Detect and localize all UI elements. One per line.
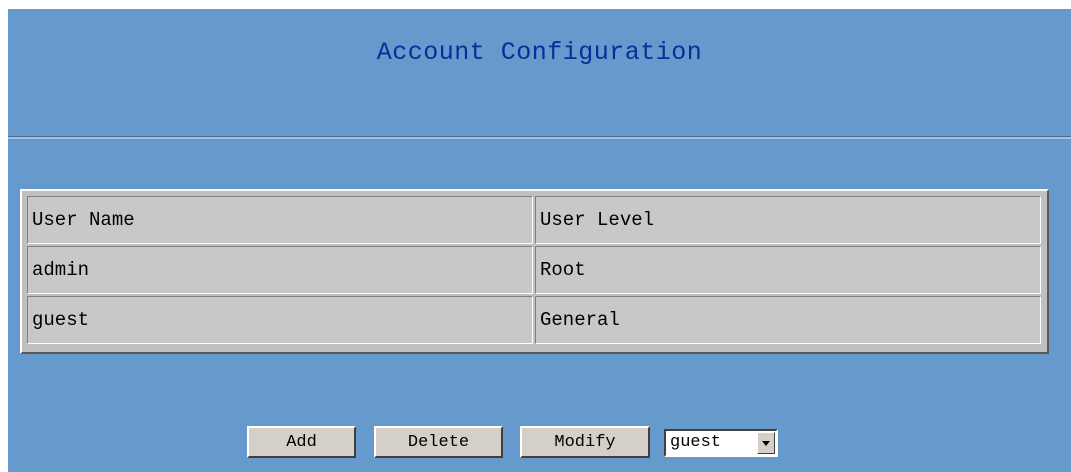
cell-user-level: General — [535, 296, 1041, 344]
modify-button[interactable]: Modify — [520, 426, 650, 458]
delete-button[interactable]: Delete — [374, 426, 503, 458]
dropdown-arrow-button[interactable] — [757, 432, 775, 454]
user-select[interactable]: guest — [664, 429, 778, 457]
table-header-row: User Name User Level — [27, 196, 1041, 244]
add-button[interactable]: Add — [247, 426, 356, 458]
chevron-down-icon — [762, 440, 770, 446]
account-config-panel: Account Configuration User Name User Lev… — [8, 9, 1071, 472]
accounts-table: User Name User Level admin Root guest Ge… — [25, 194, 1043, 346]
cell-user-name: guest — [27, 296, 533, 344]
table-row[interactable]: guest General — [27, 296, 1041, 344]
cell-user-level: Root — [535, 246, 1041, 294]
title-divider — [8, 136, 1071, 139]
header-user-name: User Name — [27, 196, 533, 244]
table-row[interactable]: admin Root — [27, 246, 1041, 294]
page-title: Account Configuration — [376, 38, 703, 67]
user-select-value: guest — [670, 433, 722, 452]
cell-user-name: admin — [27, 246, 533, 294]
header-user-level: User Level — [535, 196, 1041, 244]
accounts-table-frame: User Name User Level admin Root guest Ge… — [20, 189, 1049, 354]
